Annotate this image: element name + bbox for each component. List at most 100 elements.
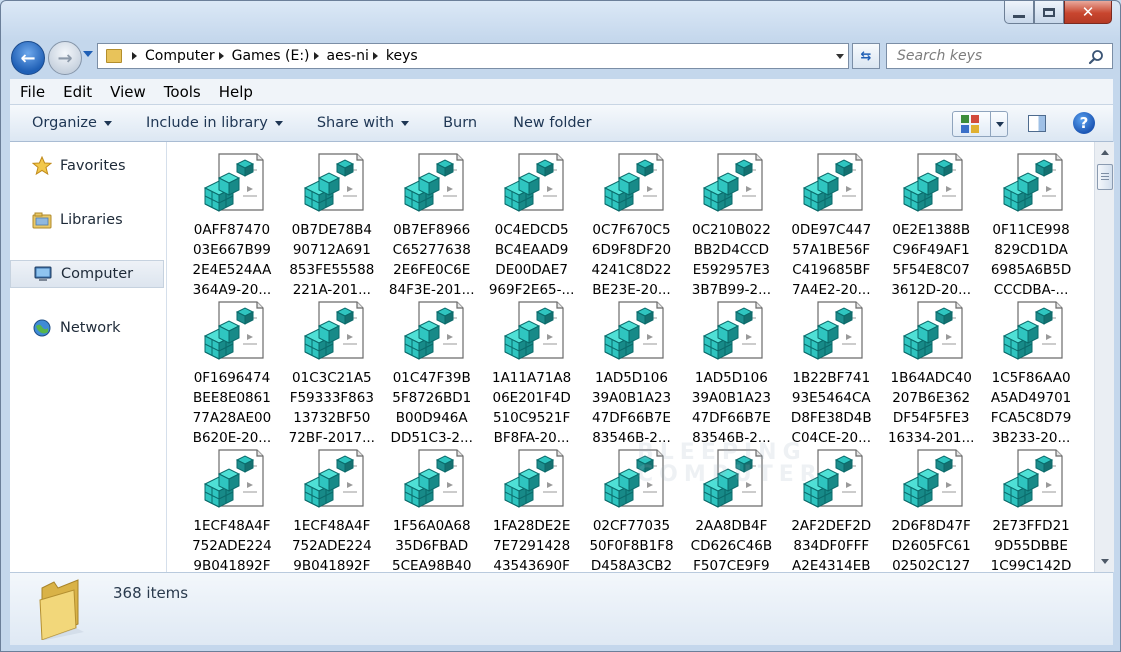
change-view-button[interactable]	[952, 111, 1008, 137]
file-item[interactable]: 1ECF48A4F 752ADE224 9B041892F	[282, 448, 382, 572]
file-item[interactable]: 0AFF87470 03E667B99 2E4E524AA 364A9-20...	[182, 152, 282, 300]
file-item[interactable]: 1FA28DE2E 7E7291428 43543690F	[482, 448, 582, 572]
minimize-button[interactable]	[1004, 1, 1034, 24]
back-button[interactable]: ←	[11, 41, 45, 75]
organize-button[interactable]: Organize	[32, 115, 112, 131]
file-name-line: 9B041892F	[193, 558, 271, 572]
file-item[interactable]: 01C47F39B 5F8726BD1 B00D946A DD51C3-2...	[382, 300, 482, 448]
file-name-line: 3B7B99-2...	[691, 282, 771, 298]
close-button[interactable]: ✕	[1064, 1, 1112, 24]
menu-file[interactable]: File	[10, 83, 54, 101]
menu-edit[interactable]: Edit	[54, 83, 101, 101]
menu-tools[interactable]: Tools	[155, 83, 210, 101]
registry-file-icon	[803, 449, 863, 508]
file-name: 0F1696474 BEE8E0861 77A28AE00 B620E-20...	[184, 368, 280, 448]
scroll-up-icon[interactable]	[1101, 150, 1109, 155]
file-item[interactable]: 0F11CE998 829CD1DA 6985A6B5D CCCDBA-...	[981, 152, 1081, 300]
maximize-button[interactable]	[1034, 1, 1064, 24]
chevron-right-icon[interactable]	[132, 52, 137, 60]
file-item[interactable]: 1AD5D106 39A0B1A23 47DF66B7E 83546B-2...	[582, 300, 682, 448]
vertical-scrollbar[interactable]	[1094, 142, 1114, 572]
registry-file-icon	[703, 301, 763, 360]
libraries-icon	[32, 212, 52, 229]
file-item[interactable]: 2E73FFD21 9D55DBBE 1C99C142D	[981, 448, 1081, 572]
maximize-icon	[1043, 7, 1055, 17]
breadcrumb-drive[interactable]: Games (E:)	[232, 48, 310, 64]
registry-file-icon	[303, 153, 364, 212]
nav-item-favorites[interactable]: Favorites	[10, 152, 164, 180]
chevron-down-icon[interactable]	[996, 121, 1004, 127]
file-item[interactable]: 2D6F8D47F D2605FC61 02502C127	[881, 448, 981, 572]
help-icon[interactable]: ?	[1073, 112, 1095, 134]
scrollbar-thumb[interactable]	[1097, 164, 1113, 190]
file-item[interactable]: 1C5F86AA0 A5AD49701 FCA5C8D79 3B233-20...	[981, 300, 1081, 448]
refresh-button[interactable]: ⇆	[852, 43, 880, 69]
chevron-right-icon[interactable]	[218, 52, 224, 60]
file-item[interactable]: 1ECF48A4F 752ADE224 9B041892F	[182, 448, 282, 572]
file-name: 1B64ADC40 207B6E362 DF54F5FE3 16334-201...	[883, 368, 979, 448]
file-item[interactable]: 1A11A71A8 06E201F4D 510C9521F BF8FA-20...	[482, 300, 582, 448]
file-item[interactable]: 2AF2DEF2D 834DF0FFF A2E4314EB	[781, 448, 881, 572]
nav-label-libraries: Libraries	[60, 212, 123, 228]
file-name: 1B22BF741 93E5464CA D8FE38D4B C04CE-20...	[783, 368, 879, 448]
file-name-line: 5F8726BD1	[392, 390, 472, 406]
chevron-down-icon	[401, 120, 410, 126]
share-with-button[interactable]: Share with	[317, 115, 410, 131]
grip-line	[1101, 176, 1109, 177]
file-name-line: 83546B-2...	[692, 430, 771, 446]
preview-pane-icon[interactable]	[1028, 115, 1046, 132]
file-item[interactable]: 0C7F670C5 6D9F8DF20 4241C8D22 BE23E-20...	[582, 152, 682, 300]
search-box[interactable]	[886, 43, 1113, 69]
forward-button[interactable]: →	[48, 41, 82, 75]
file-item[interactable]: 1AD5D106 39A0B1A23 47DF66B7E 83546B-2...	[681, 300, 781, 448]
file-item[interactable]: 0F1696474 BEE8E0861 77A28AE00 B620E-20...	[182, 300, 282, 448]
search-icon[interactable]	[1088, 49, 1104, 65]
nav-item-computer[interactable]: Computer	[10, 260, 164, 288]
file-name-line: CD626C46B	[690, 538, 773, 554]
file-item[interactable]: 0B7EF8966 C65277638 2E6FE0C6E 84F3E-201...	[382, 152, 482, 300]
view-tiles-icon	[961, 115, 979, 133]
menu-view[interactable]: View	[101, 83, 155, 101]
file-name: 0AFF87470 03E667B99 2E4E524AA 364A9-20...	[184, 220, 280, 300]
file-name: 0DE97C447 57A1BE56F C419685BF 7A4E2-20...	[783, 220, 879, 300]
breadcrumb-folder[interactable]: aes-ni	[327, 48, 369, 64]
scroll-down-icon[interactable]	[1101, 559, 1109, 564]
file-item[interactable]: 0C210B022 BB2D4CCD E592957E3 3B7B99-2...	[681, 152, 781, 300]
registry-file-icon	[703, 449, 763, 508]
recent-pages-dropdown[interactable]	[83, 51, 93, 57]
file-item[interactable]: 01C3C21A5 F59333F863 13732BF50 72BF-2017...	[282, 300, 382, 448]
file-item[interactable]: 1B22BF741 93E5464CA D8FE38D4B C04CE-20...	[781, 300, 881, 448]
burn-button[interactable]: Burn	[443, 115, 477, 131]
new-folder-button[interactable]: New folder	[513, 115, 591, 131]
breadcrumb-current[interactable]: keys	[386, 48, 418, 64]
file-name-line: 3B233-20...	[991, 430, 1071, 446]
file-item[interactable]: 02CF77035 50F0F8B1F8 D458A3CB2	[582, 448, 682, 572]
file-item[interactable]: 2AA8DB4F CD626C46B F507CE9F9	[681, 448, 781, 572]
file-item[interactable]: 1F56A0A68 35D6FBAD 5CEA98B40	[382, 448, 482, 572]
file-name-line: 7A4E2-20...	[792, 282, 871, 298]
search-input[interactable]	[895, 47, 1089, 65]
file-item[interactable]: 0B7DE78B4 90712A691 853FE55588 221A-201...	[282, 152, 382, 300]
chevron-right-icon[interactable]	[313, 52, 319, 60]
file-name-line: 207B6E362	[892, 390, 971, 406]
file-name-line: 0DE97C447	[791, 222, 872, 238]
nav-label-computer: Computer	[61, 266, 134, 282]
file-item[interactable]: 1B64ADC40 207B6E362 DF54F5FE3 16334-201...	[881, 300, 981, 448]
file-list[interactable]: 0AFF87470 03E667B99 2E4E524AA 364A9-20... 0B…	[167, 142, 1094, 572]
nav-item-network[interactable]: Network	[10, 314, 164, 342]
file-item[interactable]: 0C4EDCD5 BC4EAAD9 DE00DAE7 969F2E65-...	[482, 152, 582, 300]
file-name: 1AD5D106 39A0B1A23 47DF66B7E 83546B-2...	[683, 368, 779, 448]
include-in-library-button[interactable]: Include in library	[146, 115, 283, 131]
file-name-line: 0C210B022	[691, 222, 771, 238]
address-bar[interactable]: Computer Games (E:) aes-ni keys	[97, 43, 849, 69]
file-name-line: DD51C3-2...	[390, 430, 473, 446]
address-dropdown-icon[interactable]	[836, 54, 844, 59]
nav-item-libraries[interactable]: Libraries	[10, 206, 164, 234]
chevron-right-icon[interactable]	[372, 52, 378, 60]
file-item[interactable]: 0DE97C447 57A1BE56F C419685BF 7A4E2-20...	[781, 152, 881, 300]
arrow-left-icon: ←	[20, 47, 36, 69]
file-item[interactable]: 0E2E1388B C96F49AF1 5F54E8C07 3612D-20...	[881, 152, 981, 300]
breadcrumb-computer[interactable]: Computer	[145, 48, 215, 64]
menu-help[interactable]: Help	[210, 83, 262, 101]
file-name-line: B00D946A	[395, 410, 468, 426]
